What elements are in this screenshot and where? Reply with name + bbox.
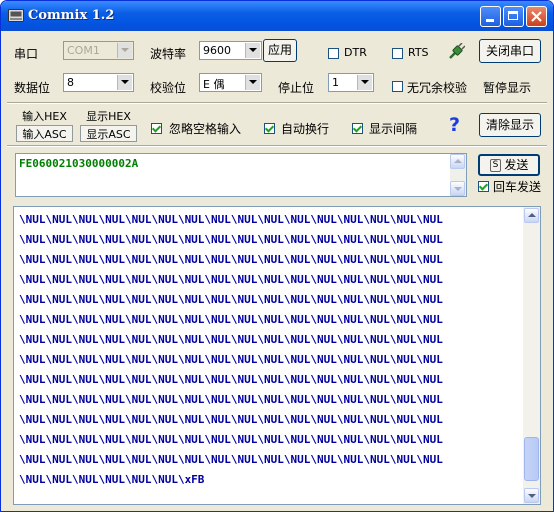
minimize-button[interactable] <box>480 6 501 27</box>
close-button[interactable] <box>526 6 547 27</box>
stopbits-select[interactable]: 1 <box>328 73 374 92</box>
chevron-down-icon[interactable] <box>245 43 260 58</box>
scroll-up-icon[interactable] <box>524 208 539 223</box>
scroll-up-icon[interactable] <box>450 154 465 169</box>
pause-display-button[interactable]: 暂停显示 <box>483 79 531 96</box>
enter-send-label: 回车发送 <box>493 180 542 194</box>
maximize-button[interactable] <box>503 6 524 27</box>
send-button[interactable]: S 发送 <box>478 154 540 176</box>
databits-select[interactable]: 8 <box>63 73 134 92</box>
baud-select[interactable]: 9600 <box>199 41 262 60</box>
plug-icon[interactable] <box>447 43 465 61</box>
scroll-down-icon[interactable] <box>450 181 465 196</box>
databits-label: 数据位 <box>14 81 51 95</box>
receive-scrollbar[interactable] <box>523 207 540 504</box>
auto-newline-label: 自动换行 <box>281 122 330 136</box>
ignore-space-checkbox[interactable] <box>151 123 162 134</box>
parity-value: E 偶 <box>203 78 225 91</box>
port-label: 串口 <box>14 47 39 61</box>
stopbits-label: 停止位 <box>278 81 315 95</box>
send-input[interactable]: FE060021030000002A <box>15 153 467 197</box>
app-window: Commix 1.2 串口 COM1 波特率 9600 应用 DTR RTS 关… <box>0 0 554 512</box>
dtr-label: DTR <box>344 46 367 59</box>
enter-send-checkbox[interactable] <box>478 181 489 192</box>
show-interval-label: 显示间隔 <box>369 122 418 136</box>
ignore-space-label: 忽略空格输入 <box>169 122 242 136</box>
baud-value: 9600 <box>203 44 231 57</box>
title-bar[interactable]: Commix 1.2 <box>1 1 553 31</box>
send-button-label: 发送 <box>504 158 529 172</box>
send-input-text: FE060021030000002A <box>19 157 139 170</box>
send-scrollbar[interactable] <box>450 154 466 196</box>
close-port-button[interactable]: 关闭串口 <box>479 39 541 63</box>
input-hex-button[interactable]: 输入HEX <box>16 108 73 125</box>
show-interval-checkbox[interactable] <box>352 123 363 134</box>
send-key-badge: S <box>489 159 502 172</box>
scroll-down-icon[interactable] <box>524 488 539 503</box>
clear-display-button[interactable]: 清除显示 <box>479 113 541 137</box>
port-value: COM1 <box>67 44 100 57</box>
parity-label: 校验位 <box>150 81 187 95</box>
serial-port-icon <box>8 9 24 22</box>
scroll-thumb[interactable] <box>524 437 539 481</box>
no-redundant-checkbox[interactable] <box>392 81 403 92</box>
receive-text: \NUL\NUL\NUL\NUL\NUL\NUL\NUL\NUL\NUL\NUL… <box>19 213 443 486</box>
rts-label: RTS <box>408 46 429 59</box>
baud-label: 波特率 <box>150 47 187 61</box>
close-icon <box>531 11 542 22</box>
window-title: Commix 1.2 <box>28 8 115 23</box>
chevron-down-icon <box>117 43 132 58</box>
chevron-down-icon[interactable] <box>245 75 260 90</box>
divider <box>7 102 547 104</box>
chevron-down-icon[interactable] <box>117 75 132 90</box>
no-redundant-label: 无冗余校验 <box>407 81 468 95</box>
auto-newline-checkbox[interactable] <box>264 123 275 134</box>
maximize-icon <box>508 11 518 20</box>
rts-checkbox[interactable] <box>392 48 403 59</box>
divider <box>7 145 547 147</box>
apply-button[interactable]: 应用 <box>263 39 297 62</box>
stopbits-value: 1 <box>332 76 339 89</box>
input-asc-button[interactable]: 输入ASC <box>16 125 73 142</box>
minimize-icon <box>486 19 494 22</box>
dtr-checkbox[interactable] <box>328 48 339 59</box>
chevron-down-icon[interactable] <box>357 75 372 90</box>
display-hex-button[interactable]: 显示HEX <box>80 108 137 125</box>
display-asc-button[interactable]: 显示ASC <box>80 125 137 142</box>
port-select: COM1 <box>63 41 134 60</box>
databits-value: 8 <box>67 76 74 89</box>
help-icon[interactable]: ? <box>449 114 460 136</box>
receive-output[interactable]: \NUL\NUL\NUL\NUL\NUL\NUL\NUL\NUL\NUL\NUL… <box>13 206 541 505</box>
parity-select[interactable]: E 偶 <box>199 73 262 92</box>
